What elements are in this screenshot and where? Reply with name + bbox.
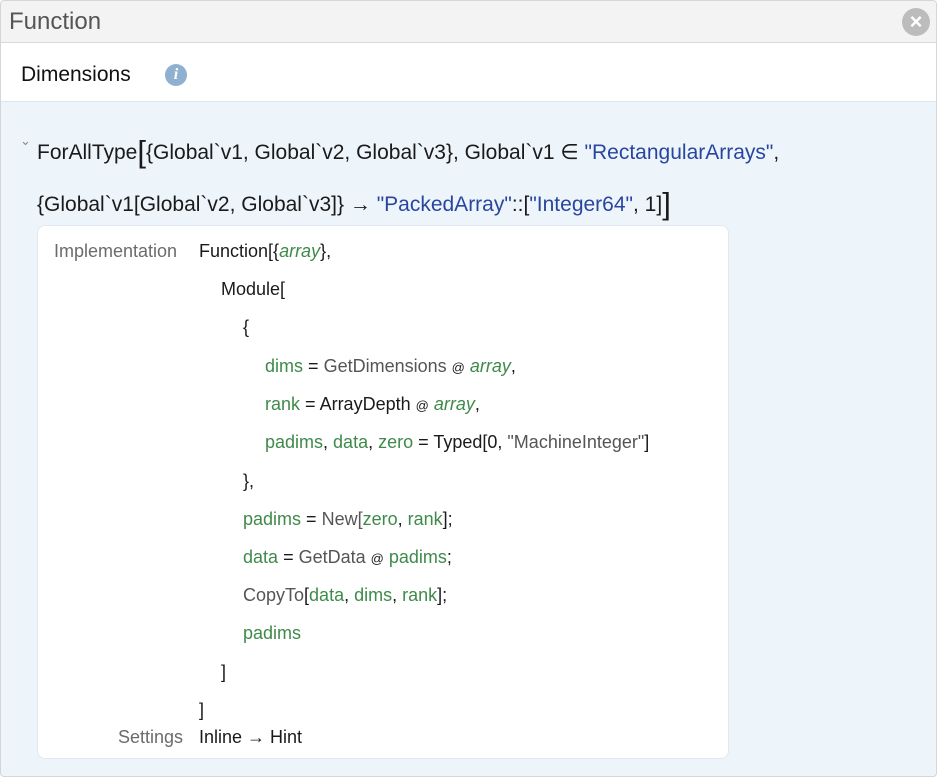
element-type: "Integer64" bbox=[529, 193, 633, 216]
code-line-open-brace: { bbox=[243, 317, 250, 337]
signature-line-2: {Global`v1[Global`v2, Global`v3]} → "Pac… bbox=[37, 186, 671, 221]
typed-zero: 0 bbox=[487, 432, 498, 452]
settings-label: Settings bbox=[118, 727, 184, 747]
code-line-new: padims = New[zero, rank]; bbox=[243, 509, 453, 529]
zero-var: zero bbox=[378, 432, 414, 452]
panel-title: Function bbox=[9, 8, 102, 35]
dims-var: dims bbox=[265, 356, 304, 376]
at-symbol: @ bbox=[451, 360, 465, 375]
function-head: Function[{ bbox=[199, 241, 280, 261]
arrow-symbol: → bbox=[349, 193, 371, 216]
padims-ref: padims bbox=[388, 547, 447, 567]
return-type: "PackedArray" bbox=[376, 193, 512, 216]
data-var: data bbox=[333, 432, 369, 452]
typed-fn: Typed[ bbox=[433, 432, 488, 452]
array-argument: array bbox=[279, 241, 321, 261]
rank-ref: rank bbox=[402, 585, 438, 605]
code-line-function: Function[{array}, bbox=[199, 241, 331, 262]
code-line-function-close: ] bbox=[199, 700, 205, 720]
constraint-var: Global`v1 bbox=[464, 141, 555, 164]
equals: = bbox=[305, 394, 316, 414]
rank-var: rank bbox=[265, 394, 301, 414]
close-bracket: ] bbox=[662, 186, 671, 221]
argument-type: {Global`v1[Global`v2, Global`v3]} bbox=[37, 193, 344, 216]
array-ref: array bbox=[469, 356, 511, 376]
code-line-rank: rank = ArrayDepth @ array, bbox=[265, 394, 480, 414]
rank-value: 1 bbox=[644, 193, 657, 216]
title-bar: Function × bbox=[1, 1, 936, 43]
function-tail: }, bbox=[320, 241, 332, 261]
zero-ref: zero bbox=[362, 509, 398, 529]
new-fn: New[ bbox=[321, 509, 363, 529]
get-data-fn: GetData bbox=[298, 547, 366, 567]
type-separator: :: bbox=[511, 193, 524, 216]
copy-to-fn: CopyTo bbox=[243, 585, 305, 605]
info-icon[interactable]: i bbox=[165, 64, 187, 86]
data-ref: data bbox=[309, 585, 345, 605]
dimensions-bar: Dimensions i bbox=[1, 43, 936, 102]
code-line-dims: dims = GetDimensions @ array, bbox=[265, 356, 516, 376]
code-line-getdata: data = GetData @ padims; bbox=[243, 547, 452, 567]
at-symbol: @ bbox=[415, 398, 429, 413]
element-of-symbol: ∈ bbox=[560, 141, 579, 164]
padims-var: padims bbox=[265, 432, 324, 452]
close-icon[interactable]: × bbox=[902, 8, 930, 36]
settings-value: Inline → Hint bbox=[199, 727, 303, 747]
padims-var: padims bbox=[243, 509, 302, 529]
equals: = bbox=[418, 432, 429, 452]
signature-line-1: ForAllType[{Global`v1, Global`v2, Global… bbox=[37, 134, 780, 169]
machine-integer-string: "MachineInteger" bbox=[507, 432, 645, 452]
code-line-copyto: CopyTo[data, dims, rank]; bbox=[243, 585, 448, 605]
data-var: data bbox=[243, 547, 279, 567]
open-bracket: [ bbox=[137, 134, 146, 169]
code-line-module-close: ] bbox=[221, 662, 227, 682]
at-symbol: @ bbox=[370, 551, 384, 566]
equals: = bbox=[308, 356, 319, 376]
code-line-close-brace: }, bbox=[243, 471, 255, 491]
get-dimensions-fn: GetDimensions bbox=[323, 356, 447, 376]
code-line-module: Module[ bbox=[221, 279, 286, 299]
code-line-typed: padims, data, zero = Typed[0, "MachineIn… bbox=[265, 432, 650, 452]
array-ref: array bbox=[433, 394, 475, 414]
constraint-type: "RectangularArrays" bbox=[584, 141, 774, 164]
code-line-padims: padims bbox=[243, 623, 302, 643]
array-depth-fn: ArrayDepth bbox=[319, 394, 411, 414]
equals: = bbox=[283, 547, 294, 567]
signature-head: ForAllType bbox=[37, 141, 138, 164]
equals: = bbox=[306, 509, 317, 529]
dims-ref: dims bbox=[354, 585, 393, 605]
details-card: Implementation Function[{array}, Module[… bbox=[37, 225, 729, 759]
dimensions-label: Dimensions bbox=[21, 63, 131, 86]
rank-ref: rank bbox=[407, 509, 443, 529]
signature-vars: {Global`v1, Global`v2, Global`v3} bbox=[146, 141, 453, 164]
function-panel: Function × Dimensions i ⌄ ForAllType[{Gl… bbox=[0, 0, 937, 777]
implementation-label: Implementation bbox=[54, 241, 178, 261]
chevron-down-icon[interactable]: ⌄ bbox=[20, 133, 31, 149]
